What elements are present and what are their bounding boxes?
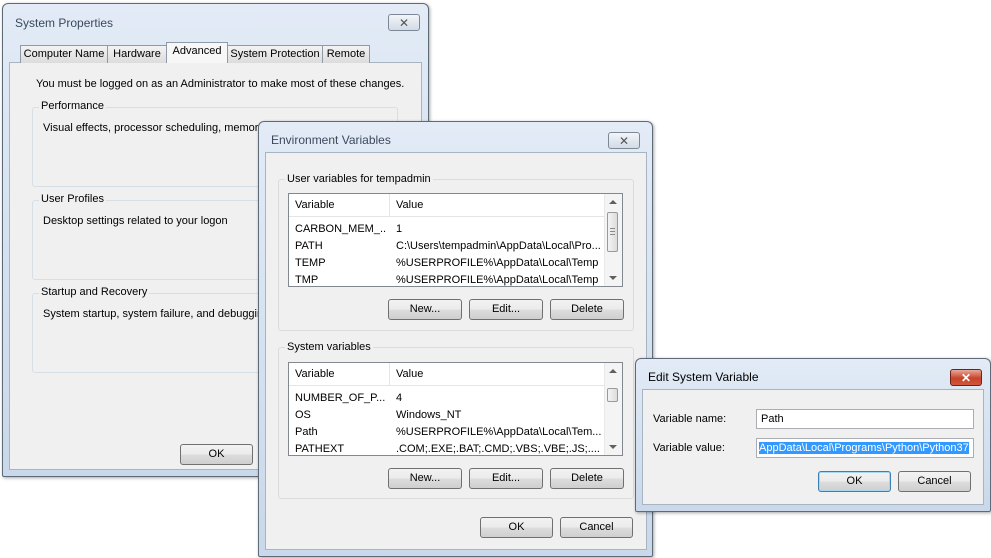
scroll-up-arrow-icon[interactable] [609,369,617,373]
user-delete-button[interactable]: Delete [550,299,624,320]
cell-variable: OS [295,409,311,421]
dialog-client: Variable name: Path Variable value: AppD… [642,389,984,505]
cell-variable: NUMBER_OF_P... [295,392,386,404]
list-header: Variable Value [289,363,605,386]
startup-recovery-description: System startup, system failure, and debu… [43,308,270,320]
admin-note: You must be logged on as an Administrato… [36,78,405,90]
cell-value: %USERPROFILE%\AppData\Local\Temp [396,274,599,286]
cell-variable: PATHEXT [295,443,345,455]
system-variables-list[interactable]: Variable Value NUMBER_OF_P... 4 OS Windo… [288,362,623,456]
cell-variable: PATH [295,240,323,252]
user-edit-button[interactable]: Edit... [469,299,543,320]
window-title: System Properties [15,16,114,30]
system-edit-button[interactable]: Edit... [469,468,543,489]
performance-description: Visual effects, processor scheduling, me… [43,122,274,134]
cell-value: Windows_NT [396,409,462,421]
cancel-button[interactable]: Cancel [560,517,633,538]
variable-value-label: Variable value: [653,442,725,454]
variable-name-input[interactable]: Path [756,409,974,429]
system-variables-label: System variables [285,341,373,353]
window-title: Edit System Variable [648,370,759,384]
ok-button[interactable]: OK [818,471,891,492]
table-row[interactable]: PATH C:\Users\tempadmin\AppData\Local\Pr… [289,238,605,255]
tab-computer-name[interactable]: Computer Name [20,45,108,63]
table-row[interactable]: CARBON_MEM_... 1 [289,221,605,238]
system-delete-button[interactable]: Delete [550,468,624,489]
table-row[interactable]: TMP %USERPROFILE%\AppData\Local\Temp [289,272,605,286]
ok-button[interactable]: OK [480,517,553,538]
variable-name-label: Variable name: [653,413,727,425]
environment-variables-window: Environment Variables ✕ User variables f… [258,121,653,557]
user-profiles-description: Desktop settings related to your logon [43,215,228,227]
tab-system-protection[interactable]: System Protection [227,45,323,63]
scroll-down-arrow-icon[interactable] [609,276,617,280]
vertical-scrollbar[interactable] [604,194,622,286]
scroll-thumb[interactable] [607,388,618,402]
table-row[interactable]: Path %USERPROFILE%\AppData\Local\Tem... [289,424,605,441]
user-new-button[interactable]: New... [388,299,462,320]
tab-advanced[interactable]: Advanced [166,42,228,63]
cancel-button[interactable]: Cancel [898,471,971,492]
cell-value: .COM;.EXE;.BAT;.CMD;.VBS;.VBE;.JS;.... [396,443,600,455]
table-row[interactable]: NUMBER_OF_P... 4 [289,390,605,407]
table-row[interactable]: OS Windows_NT [289,407,605,424]
tab-remote[interactable]: Remote [322,45,370,63]
system-new-button[interactable]: New... [388,468,462,489]
tab-hardware[interactable]: Hardware [107,45,167,63]
cell-value: %USERPROFILE%\AppData\Local\Tem... [396,426,602,438]
vertical-scrollbar[interactable] [604,363,622,455]
list-header: Variable Value [289,194,605,217]
close-button[interactable]: ✕ [608,132,640,149]
cell-variable: CARBON_MEM_... [295,223,387,235]
user-variables-list[interactable]: Variable Value CARBON_MEM_... 1 PATH C:\… [288,193,623,287]
table-row[interactable]: TEMP %USERPROFILE%\AppData\Local\Temp [289,255,605,272]
cell-value: 1 [396,223,403,235]
user-variables-label: User variables for tempadmin [285,173,433,185]
column-variable[interactable]: Variable [295,199,335,211]
dialog-client: User variables for tempadmin Variable Va… [265,152,647,550]
table-row[interactable]: PATHEXT .COM;.EXE;.BAT;.CMD;.VBS;.VBE;.J… [289,441,605,455]
scroll-thumb[interactable] [607,212,618,252]
user-profiles-label: User Profiles [39,193,106,205]
cell-variable: TEMP [295,257,326,269]
column-variable[interactable]: Variable [295,368,335,380]
cell-value: 4 [396,392,403,404]
column-value[interactable]: Value [396,368,423,380]
ok-button[interactable]: OK [180,444,253,465]
cell-value: %USERPROFILE%\AppData\Local\Temp [396,257,599,269]
close-button[interactable]: ✕ [388,14,420,31]
performance-label: Performance [39,100,106,112]
close-button[interactable]: ✕ [950,369,982,386]
startup-recovery-label: Startup and Recovery [39,286,150,298]
variable-value-input[interactable]: AppData\Local\Programs\Python\Python37 [756,438,974,458]
edit-system-variable-window: Edit System Variable ✕ Variable name: Pa… [635,358,991,512]
column-value[interactable]: Value [396,199,423,211]
cell-value: C:\Users\tempadmin\AppData\Local\Pro... [396,240,601,252]
variable-value-selection: AppData\Local\Programs\Python\Python37 [759,442,969,454]
scroll-up-arrow-icon[interactable] [609,200,617,204]
scroll-down-arrow-icon[interactable] [609,445,617,449]
window-title: Environment Variables [271,133,391,147]
cell-variable: Path [295,426,318,438]
cell-variable: TMP [295,274,319,286]
